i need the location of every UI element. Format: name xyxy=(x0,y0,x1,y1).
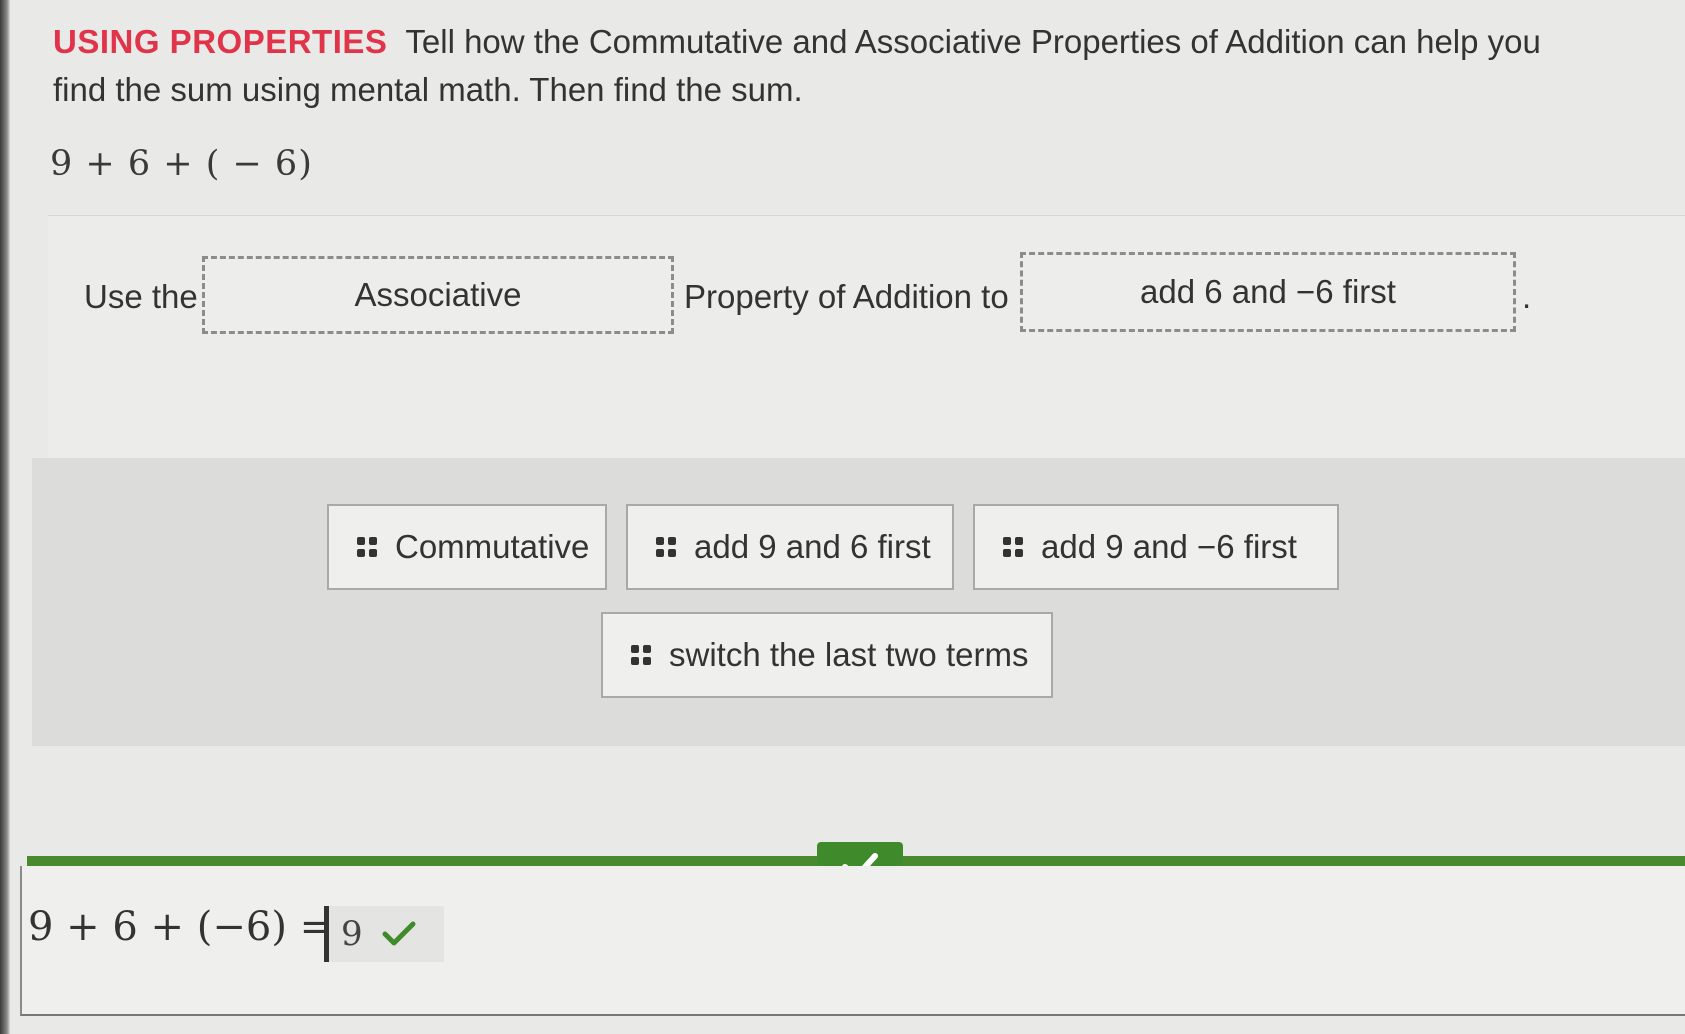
grip-icon xyxy=(357,537,377,557)
tile-label: switch the last two terms xyxy=(669,636,1029,673)
grip-icon xyxy=(656,537,676,557)
prompt-label: USING PROPERTIES xyxy=(53,23,388,60)
tile-label: Commutative xyxy=(395,528,590,565)
sentence-end: . xyxy=(1522,278,1532,315)
tile-label: add 9 and −6 first xyxy=(1041,528,1297,565)
result-box: 9 + 6 + (−6) = 9 xyxy=(20,866,1685,1016)
drop-zone-property-value: Associative xyxy=(354,276,522,313)
sentence-part-2: Property of Addition to xyxy=(684,278,1009,315)
screen-edge xyxy=(0,0,10,1034)
problem-expression: 9 + 6 + ( − 6) xyxy=(50,144,313,184)
answer-area: Use the Associative Property of Addition… xyxy=(48,215,1685,461)
answer-bank: Commutative add 9 and 6 first add 9 and … xyxy=(32,458,1685,746)
tile-label: add 9 and 6 first xyxy=(694,528,931,565)
tile-commutative[interactable]: Commutative xyxy=(327,504,607,590)
tile-add-9-and-neg-6[interactable]: add 9 and −6 first xyxy=(973,504,1339,590)
answer-value: 9 xyxy=(341,914,363,954)
sentence-part-1: Use the xyxy=(84,278,198,315)
result-equation: 9 + 6 + (−6) = xyxy=(28,904,334,950)
tile-switch-last-two[interactable]: switch the last two terms xyxy=(601,612,1053,698)
tile-add-9-and-6[interactable]: add 9 and 6 first xyxy=(626,504,954,590)
drop-zone-strategy[interactable]: add 6 and −6 first xyxy=(1020,252,1516,332)
checkmark-icon xyxy=(382,921,416,946)
drop-zone-strategy-value: add 6 and −6 first xyxy=(1140,273,1396,310)
question-prompt: USING PROPERTIES Tell how the Commutative… xyxy=(53,18,1553,114)
drop-zone-property[interactable]: Associative xyxy=(202,256,674,334)
grip-icon xyxy=(1003,537,1023,557)
grip-icon xyxy=(631,645,651,665)
answer-input[interactable]: 9 xyxy=(324,906,444,962)
